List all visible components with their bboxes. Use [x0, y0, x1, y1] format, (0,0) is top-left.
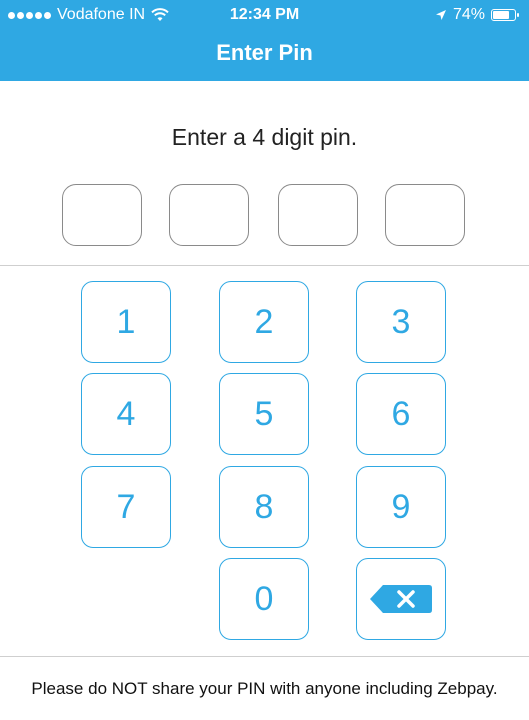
page-title: Enter Pin — [216, 40, 313, 65]
status-right: 74% — [435, 6, 521, 24]
key-7[interactable]: 7 — [81, 466, 171, 548]
key-2[interactable]: 2 — [219, 281, 309, 363]
key-6[interactable]: 6 — [356, 373, 446, 455]
status-bar: Vodafone IN 12:34 PM 74% — [0, 0, 529, 30]
pin-digit-box-4[interactable] — [385, 184, 465, 246]
divider-top — [0, 265, 529, 266]
security-warning: Please do NOT share your PIN with anyone… — [31, 679, 498, 698]
key-9[interactable]: 9 — [356, 466, 446, 548]
key-4[interactable]: 4 — [81, 373, 171, 455]
key-3[interactable]: 3 — [356, 281, 446, 363]
pin-entry-boxes[interactable] — [0, 184, 529, 246]
pin-digit-box-1[interactable] — [62, 184, 142, 246]
battery-icon — [491, 8, 521, 22]
key-0[interactable]: 0 — [219, 558, 309, 640]
battery-percentage: 74% — [452, 6, 485, 23]
key-1[interactable]: 1 — [81, 281, 171, 363]
key-8[interactable]: 8 — [219, 466, 309, 548]
divider-bottom — [0, 656, 529, 657]
pin-digit-box-2[interactable] — [169, 184, 249, 246]
pin-prompt: Enter a 4 digit pin. — [171, 124, 358, 150]
app-header: Vodafone IN 12:34 PM 74% Enter Pin — [0, 0, 529, 81]
key-5[interactable]: 5 — [219, 373, 309, 455]
backspace-icon — [370, 585, 432, 613]
location-arrow-icon — [435, 10, 446, 20]
pin-digit-box-3[interactable] — [278, 184, 358, 246]
backspace-button[interactable] — [356, 558, 446, 640]
